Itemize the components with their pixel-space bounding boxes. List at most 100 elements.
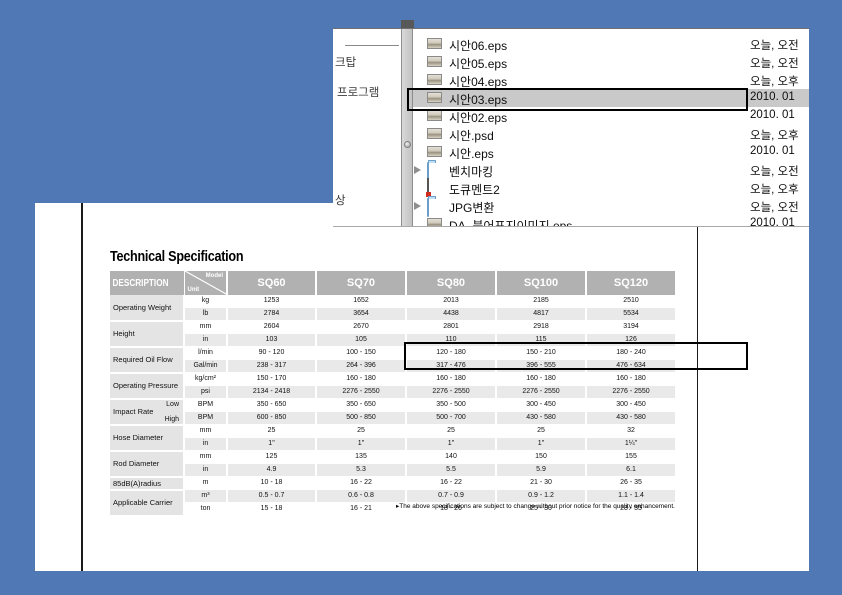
- table-row: Operating Pressurekg/cm²150 - 170160 - 1…: [110, 373, 675, 386]
- file-browser-window: 크탑프로그램상 시안06.eps오늘, 오전시안05.eps오늘, 오전시안04…: [333, 28, 809, 227]
- value-cell: 2801: [406, 321, 496, 334]
- value-cell: 150: [496, 451, 586, 464]
- list-item[interactable]: 벤치마킹오늘, 오전: [413, 161, 809, 179]
- finder-sidebar: 크탑프로그램상: [333, 29, 401, 226]
- group-label-text: 85dB(A)radius: [113, 479, 161, 488]
- unit-cell: mm: [184, 425, 227, 438]
- group-label-text: Operating Pressure: [113, 381, 178, 390]
- table-row: in4.95.35.55.96.1: [110, 464, 675, 477]
- row-group-label: 85dB(A)radius: [110, 477, 184, 490]
- value-cell: 2918: [496, 321, 586, 334]
- file-date: 2010. 01: [750, 145, 795, 157]
- value-cell: 105: [316, 334, 406, 347]
- list-item[interactable]: 시안05.eps오늘, 오전: [413, 53, 809, 71]
- list-item[interactable]: DA_북어표지이미지.eps2010. 01: [413, 215, 809, 227]
- value-cell: 5.9: [496, 464, 586, 477]
- unit-cell: kg/cm²: [184, 373, 227, 386]
- value-cell: 430 - 580: [586, 412, 675, 425]
- file-date: 오늘, 오전: [750, 37, 799, 53]
- unit-cell: mm: [184, 451, 227, 464]
- unit-cell: in: [184, 464, 227, 477]
- page-title: Technical Specification: [110, 248, 243, 265]
- image-thumbnail-icon: [427, 56, 442, 67]
- unit-cell: in: [184, 334, 227, 347]
- value-cell: 25: [316, 425, 406, 438]
- value-cell: 2276 - 2550: [406, 386, 496, 399]
- value-cell: 103: [227, 334, 316, 347]
- unit-cell: lb: [184, 308, 227, 321]
- value-cell: 5.5: [406, 464, 496, 477]
- value-cell: 0.9 - 1.2: [496, 490, 586, 503]
- value-cell: 1": [496, 438, 586, 451]
- value-cell: 140: [406, 451, 496, 464]
- value-cell: 4.9: [227, 464, 316, 477]
- value-cell: 135: [316, 451, 406, 464]
- sub-label-low: Low: [166, 400, 179, 409]
- group-label-text: Impact Rate: [113, 407, 153, 416]
- value-cell: 3654: [316, 308, 406, 321]
- divider-knob-icon[interactable]: [404, 141, 411, 148]
- value-cell: 6.1: [586, 464, 675, 477]
- value-cell: 16 - 22: [316, 477, 406, 490]
- file-date: 2010. 01: [750, 217, 795, 227]
- spec-table-header-row: DESCRIPTION Model Unit SQ60SQ70SQ80SQ100…: [110, 271, 675, 295]
- value-cell: 32: [586, 425, 675, 438]
- file-date: 2010. 01: [750, 109, 795, 121]
- row-group-label: Impact Rate Low High: [110, 399, 184, 425]
- value-cell: 0.5 - 0.7: [227, 490, 316, 503]
- value-cell: 2013: [406, 295, 496, 308]
- group-label-text: Rod Diameter: [113, 459, 159, 468]
- value-cell: 100 - 150: [316, 347, 406, 360]
- sidebar-separator: [345, 45, 399, 46]
- file-name: JPG변환: [449, 199, 494, 216]
- list-item[interactable]: 시안.psd 오늘, 오후: [413, 125, 809, 143]
- unit-cell: l/min: [184, 347, 227, 360]
- value-cell: 1": [227, 438, 316, 451]
- sidebar-item[interactable]: 상: [335, 192, 346, 208]
- value-cell: 300 - 450: [496, 399, 586, 412]
- sidebar-item[interactable]: 크탑: [335, 54, 356, 70]
- table-row: Applicable Carrierm³0.5 - 0.70.6 - 0.80.…: [110, 490, 675, 503]
- sidebar-item[interactable]: 프로그램: [337, 84, 379, 100]
- description-header: DESCRIPTION: [110, 271, 184, 295]
- list-item[interactable]: 시안04.eps오늘, 오후: [413, 71, 809, 89]
- image-thumbnail-icon: [427, 146, 442, 157]
- table-row: in1"1"1"1"1¼": [110, 438, 675, 451]
- group-label-text: Operating Weight: [113, 303, 171, 312]
- value-cell: 160 - 180: [316, 373, 406, 386]
- disclosure-triangle-icon[interactable]: [414, 166, 421, 174]
- divider-top-cap: [401, 20, 414, 28]
- file-name: 시안.eps: [449, 145, 494, 162]
- sub-label-high: High: [165, 415, 179, 424]
- value-cell: 1253: [227, 295, 316, 308]
- table-row: BPM600 - 850500 - 850500 - 700430 - 5804…: [110, 412, 675, 425]
- value-cell: 25: [227, 425, 316, 438]
- disclosure-triangle-icon[interactable]: [414, 202, 421, 210]
- value-cell: 2276 - 2550: [496, 386, 586, 399]
- value-cell: 3194: [586, 321, 675, 334]
- list-item[interactable]: 시안.eps 2010. 01: [413, 143, 809, 161]
- file-name: 시안.psd: [449, 127, 494, 144]
- file-date: 오늘, 오후: [750, 127, 799, 143]
- value-cell: 5.3: [316, 464, 406, 477]
- row-group-label: Hose Diameter: [110, 425, 184, 451]
- sidebar-divider[interactable]: [401, 29, 413, 226]
- file-name: 도큐멘트2: [449, 181, 500, 198]
- file-name: 시안05.eps: [449, 55, 507, 72]
- value-cell: 1.1 - 1.4: [586, 490, 675, 503]
- value-cell: 600 - 850: [227, 412, 316, 425]
- value-cell: 500 - 850: [316, 412, 406, 425]
- group-label-text: Height: [113, 329, 135, 338]
- model-label: Model: [206, 273, 223, 279]
- value-cell: 350 - 500: [406, 399, 496, 412]
- list-item[interactable]: 시안06.eps오늘, 오전: [413, 35, 809, 53]
- table-row: 85dB(A)radiusm10 - 1816 - 2216 - 2221 - …: [110, 477, 675, 490]
- list-item[interactable]: 도큐멘트2오늘, 오후: [413, 179, 809, 197]
- file-name: 시안02.eps: [449, 109, 507, 126]
- unit-cell: m: [184, 477, 227, 490]
- table-row: Impact RateLowHighBPM350 - 650350 - 6503…: [110, 399, 675, 412]
- list-item[interactable]: JPG변환오늘, 오전: [413, 197, 809, 215]
- spec-table: DESCRIPTION Model Unit SQ60SQ70SQ80SQ100…: [110, 271, 675, 517]
- row-group-label: Rod Diameter: [110, 451, 184, 477]
- value-cell: 2185: [496, 295, 586, 308]
